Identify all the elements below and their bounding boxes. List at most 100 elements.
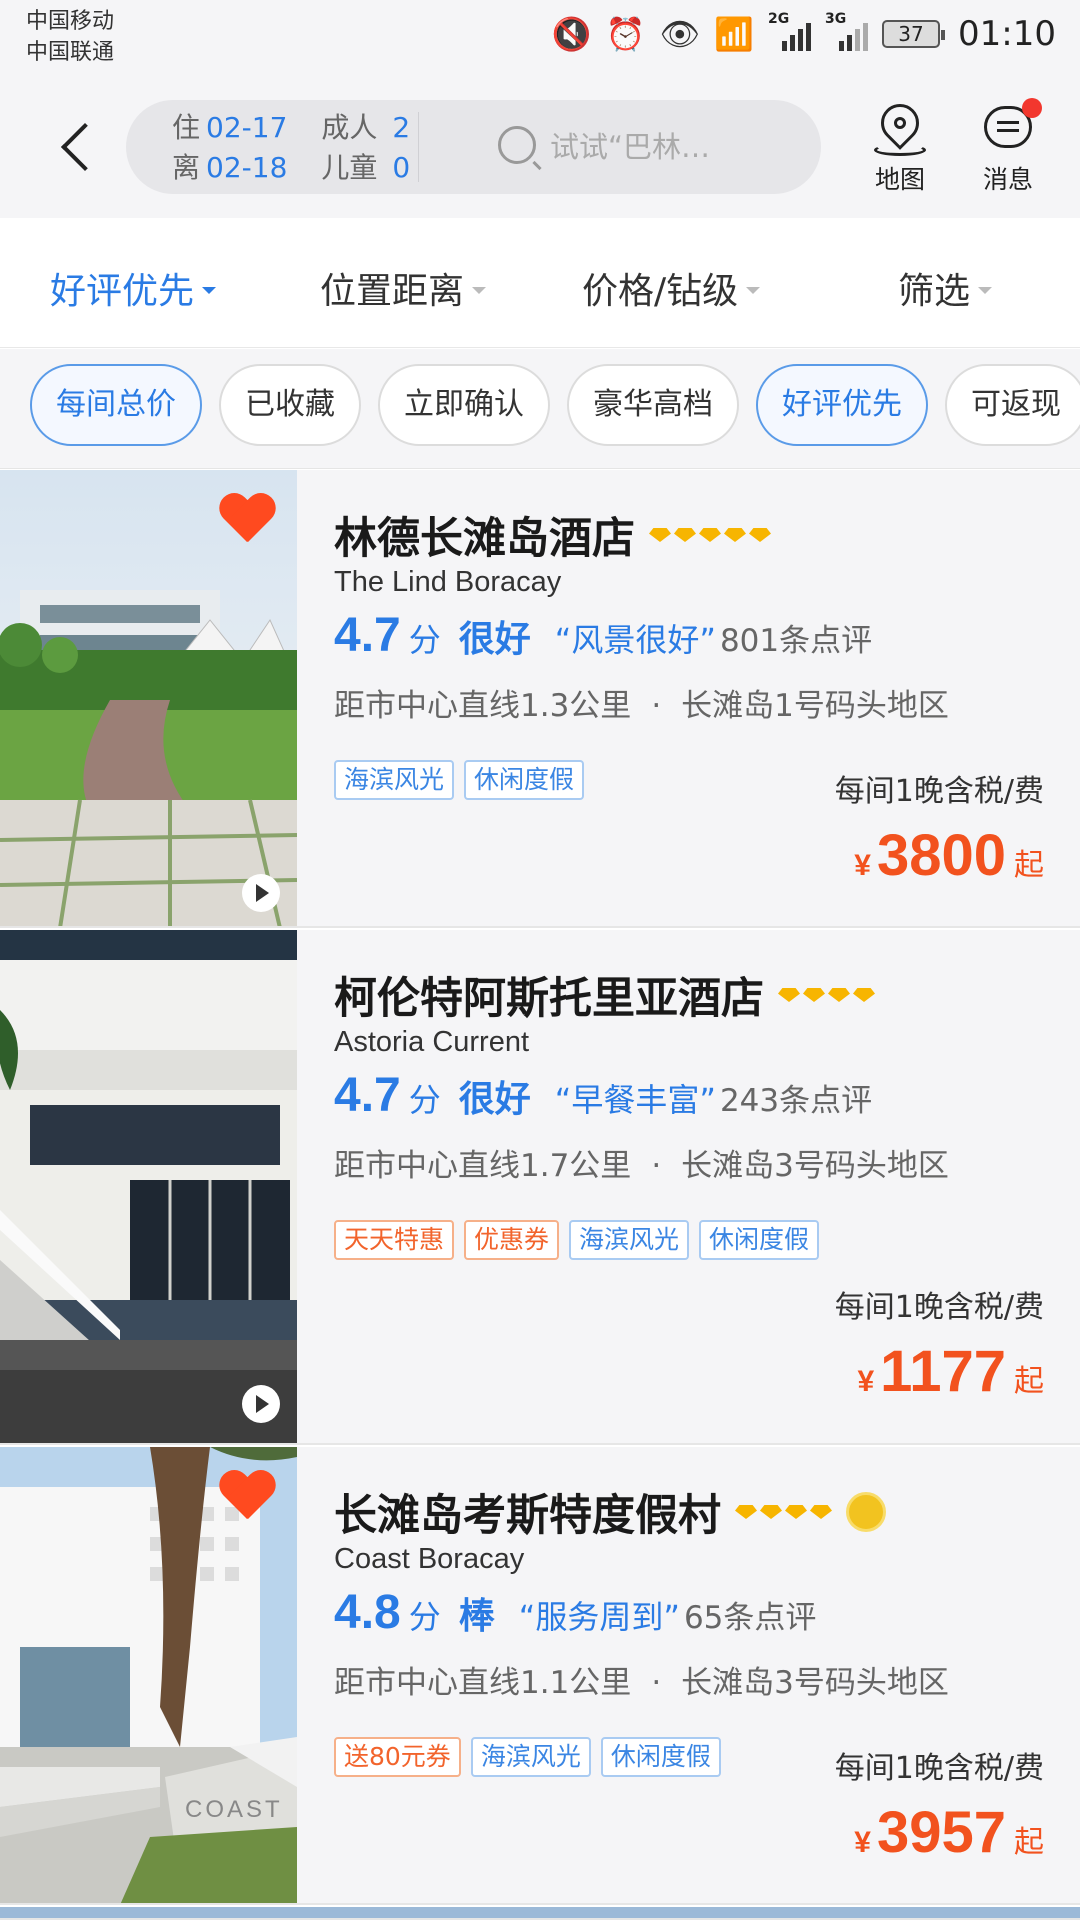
location-info: 距市中心直线1.3公里 · 长滩岛1号码头地区 [334,688,949,724]
chip-instant-confirm[interactable]: 立即确认 [378,364,550,446]
back-button[interactable] [56,116,100,176]
clock: 01:10 [958,14,1056,54]
rating-level: 很好 [458,1079,531,1120]
hotel-name-en: The Lind Boracay [334,566,562,598]
tag: 休闲度假 [699,1220,820,1260]
signal-2g-icon: 2G [768,11,812,51]
chip-luxury[interactable]: 豪华高档 [567,364,739,446]
carrier-info: 中国移动 中国联通 [26,6,114,68]
adults-label: 成人 [321,111,378,144]
score-unit: 分 [408,1598,441,1636]
search-divider [418,112,419,182]
message-label: 消息 [982,165,1033,194]
score: 4.7 [334,1069,401,1122]
hotel-card-partial[interactable] [0,1907,1080,1920]
adults-count: 2 [392,111,411,144]
hotel-card[interactable]: COAST 长滩岛考斯特度假村 Coast Boracay 4.8 分 棒 “服… [0,1447,1080,1905]
hotel-info: 林德长滩岛酒店 The Lind Boracay 4.7 分 很好 “风景很好”… [334,470,1044,926]
hotel-photo[interactable]: COAST [0,1447,297,1903]
map-label: 地图 [874,165,925,194]
diamond-rating-icon [649,528,771,542]
search-icon [498,126,536,164]
play-video-icon[interactable] [242,1385,280,1423]
message-button[interactable]: 消息 [968,98,1048,196]
price-note: 每间1晚含税/费 [834,774,1044,809]
price: ¥3957 起 [854,1800,1044,1865]
hotel-card[interactable]: 林德长滩岛酒店 The Lind Boracay 4.7 分 很好 “风景很好”… [0,470,1080,928]
hotel-info: 柯伦特阿斯托里亚酒店 Astoria Current 4.7 分 很好 “早餐丰… [334,930,1044,1443]
sort-tab-distance[interactable]: 位置距离 [320,262,487,314]
tag-list: 送80元券 海滨风光 休闲度假 [334,1737,721,1777]
hotel-name-en: Astoria Current [334,1026,530,1058]
hotel-name: 林德长滩岛酒店 [334,504,771,566]
search-placeholder: 试试“巴林… [550,130,711,164]
checkout-date: 02-18 [206,151,288,184]
photo-sign: COAST [185,1796,283,1823]
mute-icon: 🔇 [551,15,592,53]
play-video-icon[interactable] [242,874,280,912]
tag: 休闲度假 [464,760,585,800]
gold-medal-icon [846,1492,886,1532]
checkout-label: 离 [172,151,201,184]
map-button[interactable]: 地图 [860,96,940,196]
search-bar: 住 02-17 成人 2 离 02-18 儿童 0 试试“巴林… [126,100,821,194]
rating-row: 4.7 分 很好 “早餐丰富” 243条点评 [334,1068,872,1123]
eye-icon: 👁 [659,15,701,53]
location-info: 距市中心直线1.7公里 · 长滩岛3号码头地区 [334,1148,949,1184]
diamond-rating-icon [778,988,875,1002]
favorite-heart-icon[interactable] [218,1471,276,1521]
chevron-down-icon [472,286,487,294]
review-count[interactable]: 801条点评 [720,615,872,660]
hotel-photo[interactable] [0,930,297,1443]
checkin-date: 02-17 [206,111,288,144]
hotel-name: 柯伦特阿斯托里亚酒店 [334,964,875,1026]
location-info: 距市中心直线1.1公里 · 长滩岛3号码头地区 [334,1665,949,1701]
favorite-heart-icon[interactable] [218,494,276,544]
alarm-icon: ⏰ [605,15,646,53]
hotel-photo[interactable] [0,470,297,926]
search-header: 住 02-17 成人 2 离 02-18 儿童 0 试试“巴林… 地图 消息 [0,78,1080,218]
signal-3g-icon: 3G [825,11,869,51]
tag: 海滨风光 [470,1737,591,1777]
score: 4.7 [334,609,401,662]
tag-list: 天天特惠 优惠券 海滨风光 休闲度假 [334,1220,820,1260]
review-quote: “服务周到” [518,1598,680,1636]
chip-total-price[interactable]: 每间总价 [30,364,202,446]
sort-tab-price[interactable]: 价格/钻级 [582,262,761,314]
chip-cashback[interactable]: 可返现 [945,364,1080,446]
quick-filter-bar: 每间总价 已收藏 立即确认 豪华高档 好评优先 可返现 [0,349,1080,469]
sort-bar: 好评优先 位置距离 价格/钻级 筛选 [0,218,1080,348]
wifi-icon: 📶 [714,15,755,53]
chip-favorites[interactable]: 已收藏 [219,364,361,446]
chevron-down-icon [746,286,761,294]
rating-level: 棒 [458,1596,495,1637]
review-quote: “早餐丰富” [554,1081,716,1119]
sort-tab-rating[interactable]: 好评优先 [50,262,217,314]
tag-list: 海滨风光 休闲度假 [334,760,585,800]
tag: 休闲度假 [600,1737,721,1777]
status-bar: 中国移动 中国联通 🔇 ⏰ 👁 📶 2G 3G 37 01:10 [0,0,1080,78]
price-note: 每间1晚含税/费 [834,1290,1044,1325]
review-count[interactable]: 243条点评 [720,1075,872,1120]
sort-tab-filter[interactable]: 筛选 [898,262,993,314]
unread-dot [1022,98,1042,118]
hotel-name-en: Coast Boracay [334,1543,525,1575]
review-count[interactable]: 65条点评 [684,1592,816,1637]
score-unit: 分 [408,621,441,659]
hotel-name: 长滩岛考斯特度假村 [334,1481,886,1543]
carrier-1: 中国移动 [26,9,115,34]
search-input[interactable]: 试试“巴林… [498,124,710,166]
battery-icon: 37 [882,20,946,48]
chip-top-rated[interactable]: 好评优先 [756,364,928,446]
date-guest-selector[interactable]: 住 02-17 成人 2 离 02-18 儿童 0 [172,108,410,188]
score: 4.8 [334,1586,401,1639]
tag: 优惠券 [464,1220,560,1260]
score-unit: 分 [408,1081,441,1119]
rating-row: 4.8 分 棒 “服务周到” 65条点评 [334,1585,816,1640]
chevron-down-icon [202,286,217,294]
price: ¥3800 起 [854,823,1044,888]
checkin-label: 住 [172,111,201,144]
hotel-card[interactable]: 柯伦特阿斯托里亚酒店 Astoria Current 4.7 分 很好 “早餐丰… [0,930,1080,1445]
tag: 海滨风光 [334,760,455,800]
tag: 海滨风光 [569,1220,690,1260]
